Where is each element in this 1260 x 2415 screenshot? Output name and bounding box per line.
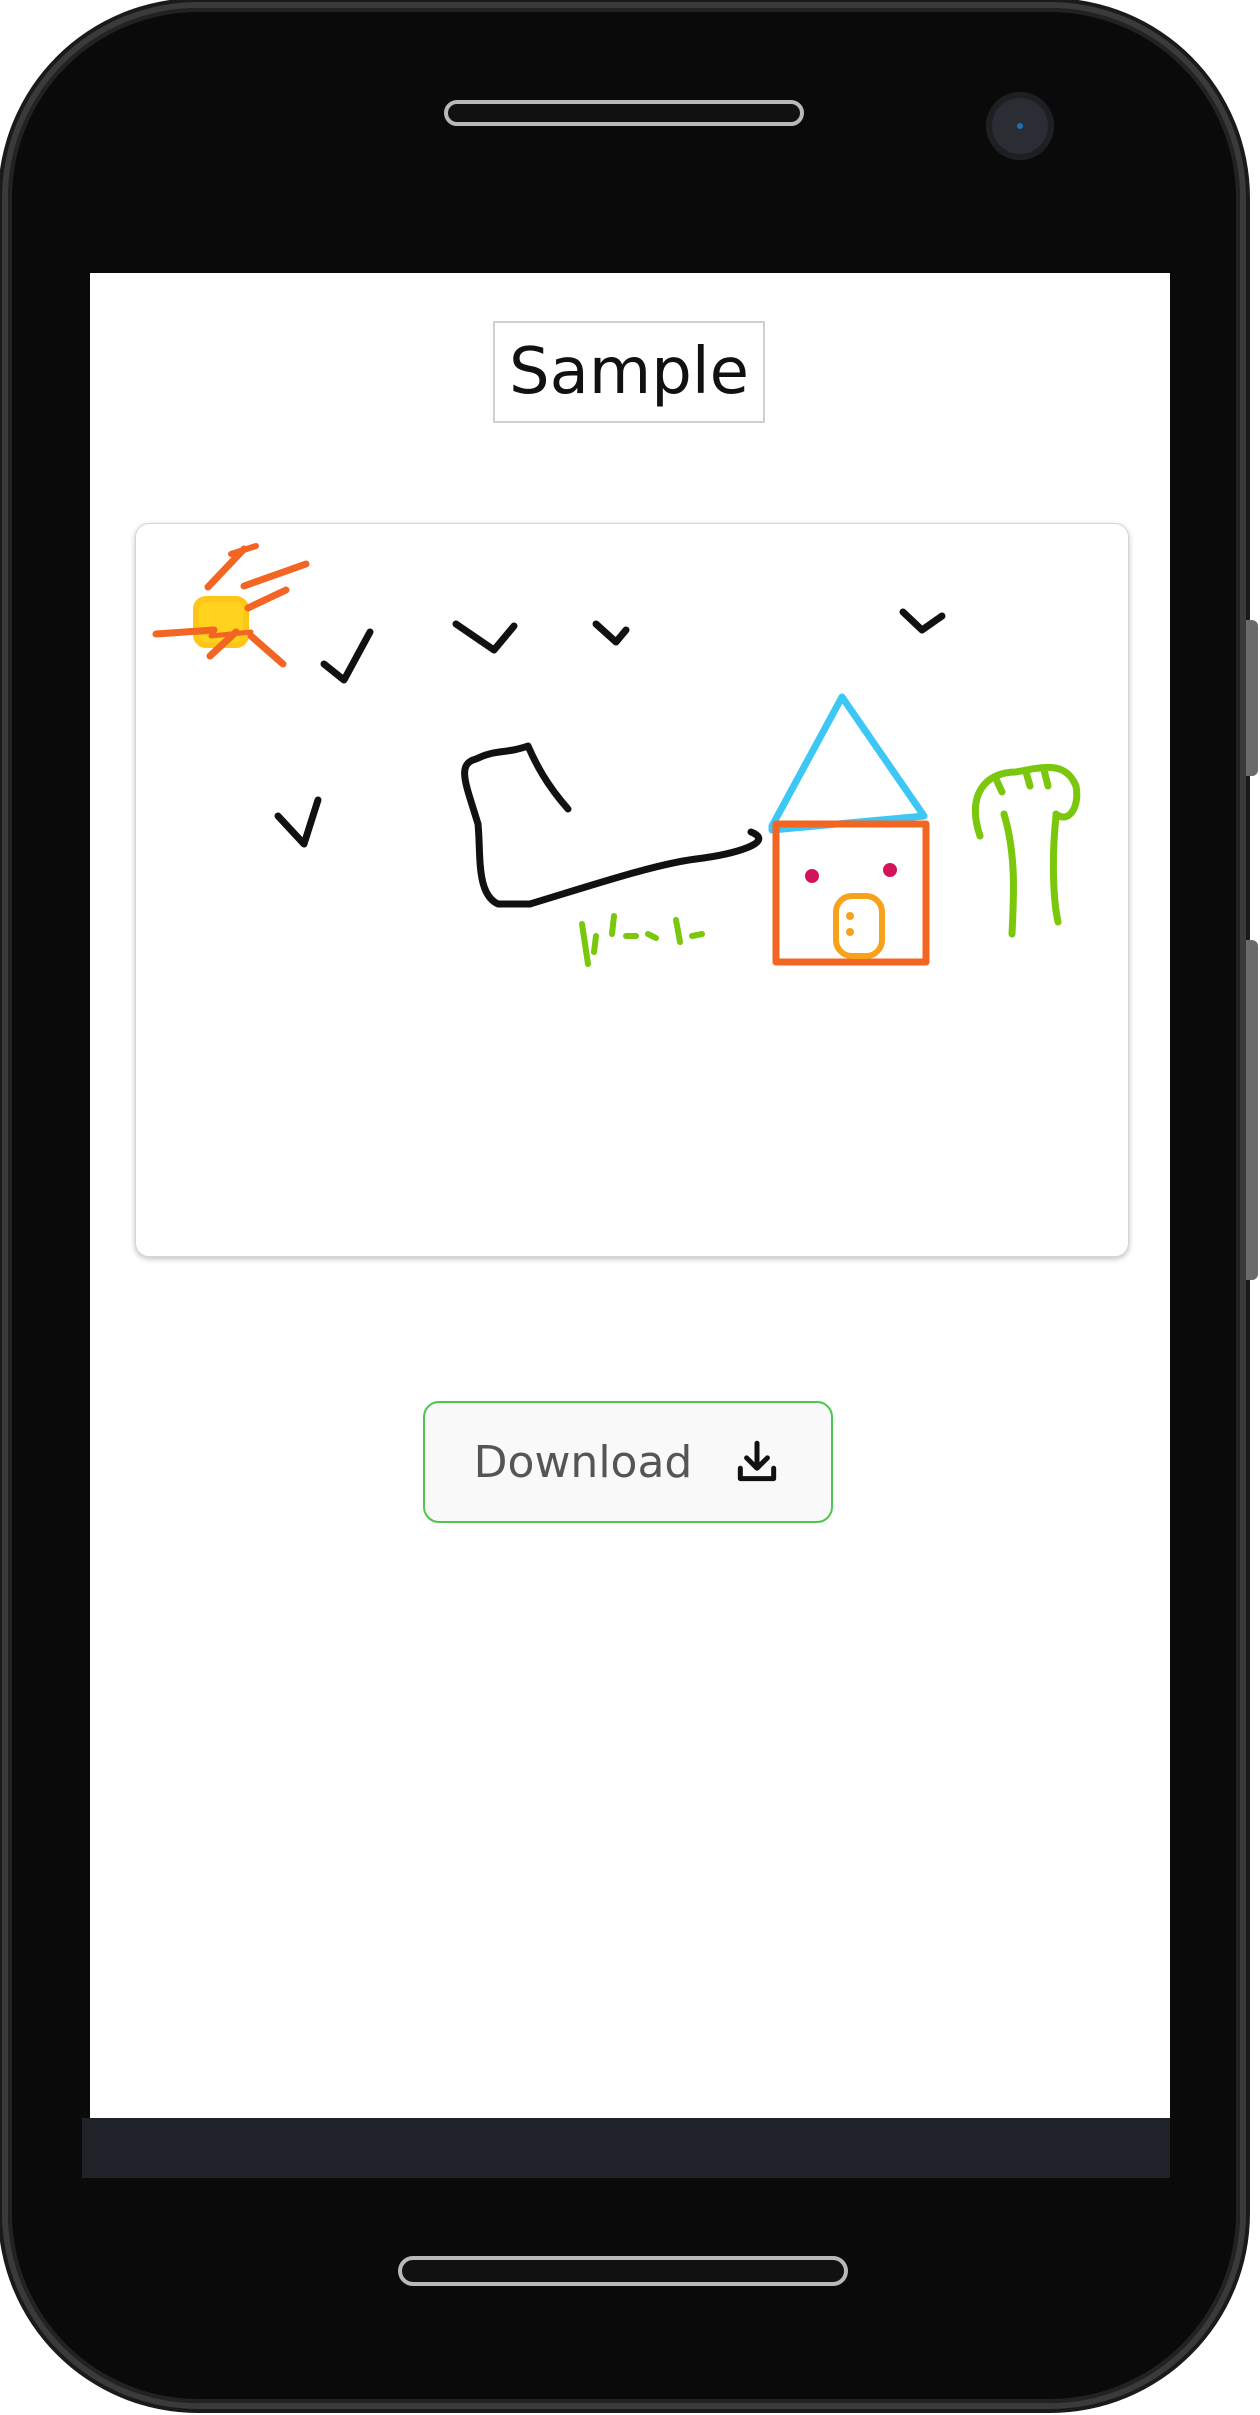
download-button[interactable]: Download	[423, 1401, 833, 1523]
birds-doodle	[274, 608, 946, 848]
phone-device: Sample Download	[0, 0, 1260, 2415]
doodle-drawing	[152, 543, 1081, 967]
page-title: Sample	[493, 321, 765, 423]
drawing-canvas[interactable]	[135, 523, 1129, 1257]
scribble-doodle	[461, 742, 763, 908]
grass-doodle	[579, 913, 705, 967]
bottom-speaker	[398, 2256, 848, 2286]
house-doodle	[768, 693, 930, 966]
download-button-label: Download	[473, 1436, 693, 1488]
front-camera	[986, 92, 1054, 160]
tree-doodle	[972, 763, 1081, 938]
app-screen: Sample Download	[90, 273, 1170, 2118]
sun-doodle	[152, 543, 310, 668]
volume-button[interactable]	[1246, 940, 1258, 1280]
system-navigation-bar	[82, 2118, 1170, 2178]
power-button[interactable]	[1246, 620, 1258, 776]
earpiece-speaker	[444, 100, 804, 126]
download-icon	[738, 1440, 777, 1482]
